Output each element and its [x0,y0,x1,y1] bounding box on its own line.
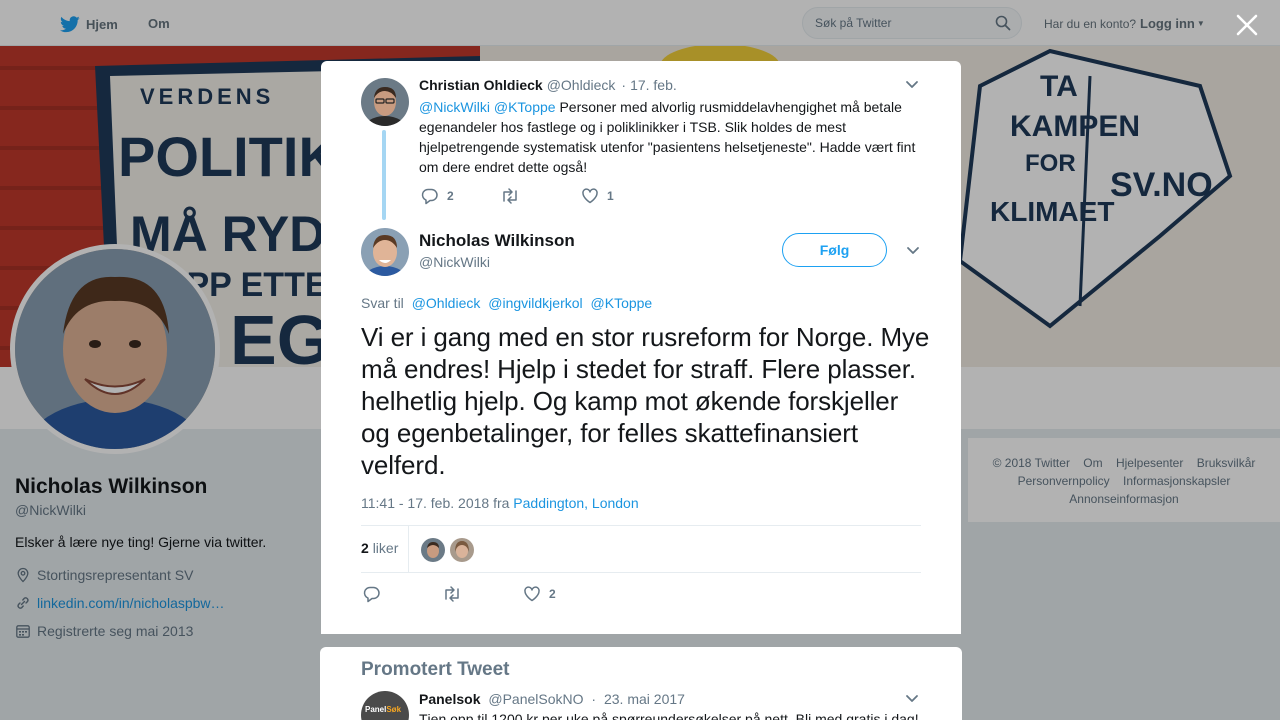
parent-avatar-photo [361,78,409,126]
reply-icon [363,586,380,603]
reply-to-mention[interactable]: @KToppe [591,295,653,311]
promoted-avatar-text-2: Søk [386,705,402,714]
main-tweet-text: Vi er i gang med en stor rusreform for N… [361,322,930,480]
tweet-stats: 2 liker [361,525,921,573]
tweet-metadata: 11:41 - 17. feb. 2018 fra Paddington, Lo… [361,495,639,511]
chevron-down-icon[interactable] [905,694,919,704]
reply-to-line: Svar til @Ohldieck @ingvildkjerkol @KTop… [361,295,652,311]
liker-avatar[interactable] [421,538,445,562]
liker-photo [421,538,445,562]
parent-author-name[interactable]: Christian Ohldieck [419,77,543,93]
promoted-avatar[interactable]: PanelSøk [361,691,409,720]
heart-icon [524,586,540,602]
reply-icon [421,188,438,205]
likes-count: 2 [361,540,369,556]
parent-like-button[interactable]: 1 [581,187,614,205]
parent-tweet-avatar[interactable] [361,78,409,126]
parent-tweet-header: Christian Ohldieck @Ohldieck · 17. feb. [419,77,677,93]
parent-like-count: 1 [607,189,614,203]
promoted-date-sep: · [591,691,597,707]
parent-retweet-button[interactable] [500,187,528,205]
parent-reply-button[interactable]: 2 [421,187,454,205]
liker-photo [450,538,474,562]
parent-reply-count: 2 [447,189,454,203]
tweet-location-link[interactable]: Paddington, London [513,495,638,511]
main-author-name[interactable]: Nicholas Wilkinson [419,231,575,251]
retweet-button[interactable] [442,585,470,603]
parent-author-handle[interactable]: @Ohldieck [547,77,616,93]
heart-icon [582,188,598,204]
promoted-avatar-text-1: Panel [365,705,387,714]
like-button[interactable]: 2 [523,585,556,603]
close-icon[interactable] [1234,12,1260,38]
promoted-text: Tjen opp til 1200 kr per uke på spørreun… [419,711,919,720]
reply-to-label: Svar til [361,295,404,311]
likes-label: liker [372,540,399,556]
retweet-icon [503,188,517,204]
main-author-handle[interactable]: @NickWilki [419,254,490,270]
mention-link[interactable]: @KToppe [494,99,556,115]
follow-button[interactable]: Følg [782,233,887,267]
chevron-down-icon[interactable] [906,246,920,256]
reply-button[interactable] [363,585,389,603]
promoted-author-name[interactable]: Panelsok [419,691,480,707]
parent-tweet-text: @NickWilki @KToppe Personer med alvorlig… [419,97,924,177]
parent-tweet-date[interactable]: 17. feb. [630,77,677,93]
like-count: 2 [549,587,556,601]
promoted-header: Panelsok @PanelSokNO · 23. mai 2017 [419,691,685,707]
promoted-author-handle[interactable]: @PanelSokNO [488,691,583,707]
reply-to-mention[interactable]: @Ohldieck [412,295,481,311]
promoted-date[interactable]: 23. mai 2017 [604,691,685,707]
promoted-avatar-logo: PanelSøk [365,705,401,714]
promoted-title: Promotert Tweet [361,659,510,680]
chevron-down-icon[interactable] [905,80,919,90]
thread-connector [382,130,386,220]
main-avatar-photo [361,228,409,276]
stats-divider [408,526,409,573]
liker-avatar[interactable] [450,538,474,562]
reply-to-mention[interactable]: @ingvildkjerkol [488,295,582,311]
mention-link[interactable]: @NickWilki [419,99,490,115]
main-tweet-avatar[interactable] [361,228,409,276]
retweet-icon [445,586,459,602]
promoted-tweet-card: Promotert Tweet PanelSøk Panelsok @Panel… [320,647,962,720]
parent-tweet-date-sep: · [621,77,627,93]
tweet-timestamp: 11:41 - 17. feb. 2018 fra [361,495,510,511]
likes-stat[interactable]: 2 liker [361,540,398,556]
